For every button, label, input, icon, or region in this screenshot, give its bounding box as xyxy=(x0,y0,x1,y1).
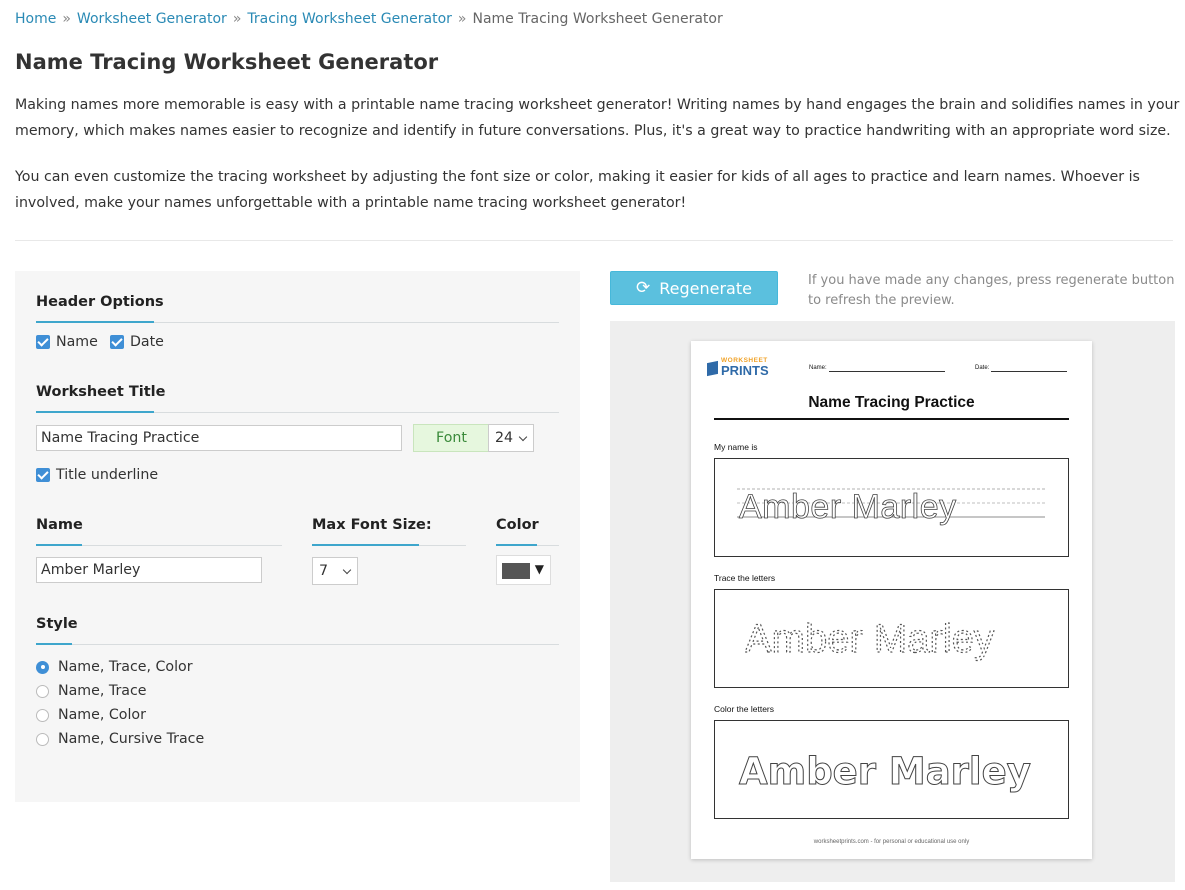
breadcrumb: Home » Worksheet Generator » Tracing Workshe… xyxy=(15,11,723,27)
style-option-name-color[interactable]: Name, Color xyxy=(36,707,146,723)
sheet-name-field: Name: xyxy=(809,365,827,371)
sheet-footer: worksheetprints.com - for personal or ed… xyxy=(813,839,970,845)
breadcrumb-worksheet-generator-link[interactable]: Worksheet Generator xyxy=(77,11,227,27)
max-font-size-accent xyxy=(312,544,419,546)
date-checkbox[interactable]: Date xyxy=(110,334,164,350)
sheet-title: Name Tracing Practice xyxy=(808,394,975,411)
style-option-label: Name, Trace, Color xyxy=(58,659,193,675)
max-font-size-heading: Max Font Size: xyxy=(312,517,432,533)
breadcrumb-home-link[interactable]: Home xyxy=(15,11,56,27)
page-title: Name Tracing Worksheet Generator xyxy=(15,50,439,74)
regenerate-label: Regenerate xyxy=(659,278,752,298)
max-font-size-select[interactable]: 7 xyxy=(312,557,358,585)
title-font-size-select[interactable]: 24 xyxy=(488,424,534,452)
title-underline-checkbox[interactable]: Title underline xyxy=(36,467,158,483)
header-options-accent xyxy=(36,321,154,323)
page: Home » Worksheet Generator » Tracing Workshe… xyxy=(0,0,1185,890)
worksheet-preview: WORKSHEET PRINTS Name: Date: Name Tracin… xyxy=(610,321,1175,882)
checkbox-checked-icon xyxy=(110,335,124,349)
sheet-title-underline xyxy=(714,418,1069,420)
section-label-name: My name is xyxy=(714,442,758,452)
section-label-color: Color the letters xyxy=(714,704,774,714)
max-font-size-value: 7 xyxy=(319,563,329,579)
outline-name-text: Amber Marley xyxy=(739,750,1031,793)
breadcrumb-separator: » xyxy=(457,11,467,27)
title-font-size-value: 24 xyxy=(495,430,514,446)
color-picker[interactable]: ▼ xyxy=(496,555,551,585)
breadcrumb-current: Name Tracing Worksheet Generator xyxy=(472,11,723,27)
checkbox-checked-icon xyxy=(36,335,50,349)
style-option-name-cursive-trace[interactable]: Name, Cursive Trace xyxy=(36,731,204,747)
logo-mark-icon xyxy=(707,360,718,377)
color-heading: Color xyxy=(496,517,539,533)
sheet-date-line xyxy=(991,371,1067,372)
header-options-heading: Header Options xyxy=(36,294,164,310)
style-option-label: Name, Cursive Trace xyxy=(58,731,205,747)
name-heading: Name xyxy=(36,517,83,533)
checkbox-checked-icon xyxy=(36,468,50,482)
name-checkbox-label: Name xyxy=(56,334,98,350)
chevron-down-icon xyxy=(518,432,528,442)
guided-name-drawing: Amber Marley xyxy=(737,488,1045,526)
breadcrumb-separator: » xyxy=(232,11,242,27)
intro-paragraph-2: You can even customize the tracing works… xyxy=(15,169,1140,211)
title-underline-label: Title underline xyxy=(56,467,159,483)
trace-practice-box: Amber Marley xyxy=(714,589,1069,688)
radio-selected-icon xyxy=(36,660,49,674)
style-heading: Style xyxy=(36,616,78,632)
intro-paragraph-1: Making names more memorable is easy with… xyxy=(15,97,1180,139)
radio-unselected-icon xyxy=(36,732,49,746)
font-button[interactable]: Font xyxy=(413,424,490,452)
color-practice-box: Amber Marley xyxy=(714,720,1069,819)
dotted-name-text: Amber Marley xyxy=(745,617,994,661)
date-checkbox-label: Date xyxy=(130,334,164,350)
style-option-label: Name, Trace xyxy=(58,683,147,699)
breadcrumb-tracing-generator-link[interactable]: Tracing Worksheet Generator xyxy=(247,11,452,27)
style-option-label: Name, Color xyxy=(58,707,146,723)
dotted-name-drawing: Amber Marley xyxy=(744,616,994,661)
chevron-down-icon xyxy=(342,565,352,575)
worksheet-title-input[interactable]: Name Tracing Practice xyxy=(36,425,402,451)
radio-unselected-icon xyxy=(36,708,49,722)
regenerate-button[interactable]: ⟳ Regenerate xyxy=(610,271,778,305)
style-accent xyxy=(36,643,72,645)
refresh-icon: ⟳ xyxy=(636,278,651,298)
radio-unselected-icon xyxy=(36,684,49,698)
worksheet-prints-logo: WORKSHEET PRINTS xyxy=(707,357,777,379)
sheet-name-line xyxy=(829,371,945,372)
name-checkbox[interactable]: Name xyxy=(36,334,98,350)
worksheet-page: WORKSHEET PRINTS Name: Date: Name Tracin… xyxy=(691,341,1092,859)
color-accent xyxy=(496,544,537,546)
section-divider xyxy=(15,240,1173,241)
style-option-name-trace[interactable]: Name, Trace xyxy=(36,683,147,699)
regenerate-note: If you have made any changes, press rege… xyxy=(808,273,1175,308)
worksheet-title-heading: Worksheet Title xyxy=(36,384,166,400)
name-practice-box: Amber Marley xyxy=(714,458,1069,557)
style-option-name-trace-color[interactable]: Name, Trace, Color xyxy=(36,659,193,675)
guided-name-text: Amber Marley xyxy=(739,488,957,526)
name-input[interactable]: Amber Marley xyxy=(36,557,262,583)
options-panel: Header Options Name Date Worksheet Title… xyxy=(15,271,580,802)
style-rule xyxy=(36,644,559,645)
name-accent xyxy=(36,544,82,546)
color-swatch xyxy=(502,563,530,579)
worksheet-title-accent xyxy=(36,411,154,413)
dropdown-arrow-icon: ▼ xyxy=(534,562,544,576)
breadcrumb-separator: » xyxy=(62,11,71,27)
section-label-trace: Trace the letters xyxy=(714,573,776,583)
outline-name-drawing: Amber Marley xyxy=(739,750,1032,794)
sheet-date-field: Date: xyxy=(975,365,990,371)
logo-bottom-text: PRINTS xyxy=(721,363,769,378)
